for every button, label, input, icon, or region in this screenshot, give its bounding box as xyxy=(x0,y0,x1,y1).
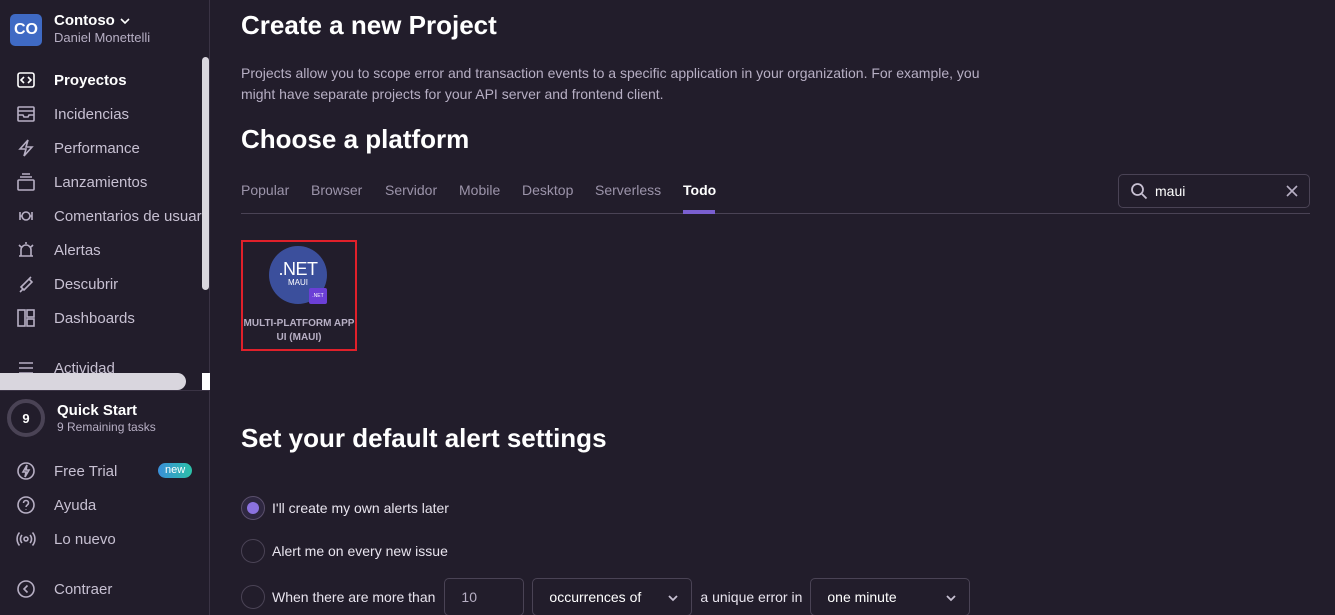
quick-start[interactable]: 9 Quick Start 9 Remaining tasks xyxy=(7,399,156,437)
quick-start-progress-ring: 9 xyxy=(7,399,45,437)
active-tab-indicator xyxy=(683,210,715,214)
collapse-icon xyxy=(14,577,38,601)
sidebar: CO Contoso Daniel Monettelli Proyectos I… xyxy=(0,0,210,615)
help-icon xyxy=(14,493,38,517)
sidebar-item-label: Lanzamientos xyxy=(54,173,148,191)
interval-select[interactable]: one minute xyxy=(810,578,971,615)
sidebar-item-projects[interactable]: Proyectos xyxy=(0,63,202,97)
alert-option-threshold[interactable]: When there are more than 10 occurrences … xyxy=(241,578,971,615)
sidebar-item-label: Dashboards xyxy=(54,309,135,327)
org-name: Contoso xyxy=(54,12,115,29)
threshold-connector: a unique error in xyxy=(700,589,803,605)
dashboards-icon xyxy=(14,306,38,330)
discover-icon xyxy=(14,272,38,296)
metric-select[interactable]: occurrences of xyxy=(532,578,693,615)
sidebar-item-label: Performance xyxy=(54,139,140,157)
feedback-icon xyxy=(14,204,38,228)
chevron-down-icon xyxy=(120,18,130,25)
tab-browser[interactable]: Browser xyxy=(311,182,362,198)
sidebar-item-discover[interactable]: Descubrir xyxy=(0,267,202,301)
org-user: Daniel Monettelli xyxy=(54,30,151,45)
alert-option-later[interactable]: I'll create my own alerts later xyxy=(241,496,449,520)
dotnet-badge-icon: .NET xyxy=(309,288,327,304)
releases-icon xyxy=(14,170,38,194)
sidebar-item-free-trial[interactable]: Free Trial new xyxy=(0,454,210,488)
platform-card-maui[interactable]: .NET MAUI .NET MULTI-PLATFORM APP UI (MA… xyxy=(241,240,357,351)
sidebar-item-dashboards[interactable]: Dashboards xyxy=(0,301,202,335)
sidebar-item-label: Proyectos xyxy=(54,71,127,89)
sidebar-item-releases[interactable]: Lanzamientos xyxy=(0,165,202,199)
sidebar-item-label: Alertas xyxy=(54,241,101,259)
sidebar-item-label: Lo nuevo xyxy=(54,530,116,548)
tab-popular[interactable]: Popular xyxy=(241,182,289,198)
sidebar-bottom-nav: Free Trial new Ayuda Lo nuevo xyxy=(0,454,210,556)
new-badge: new xyxy=(158,463,193,478)
search-input[interactable] xyxy=(1155,183,1275,199)
alert-option-label: Alert me on every new issue xyxy=(272,543,448,559)
sidebar-nav: Proyectos Incidencias Performance Lanzam… xyxy=(0,63,202,373)
sidebar-item-label: Free Trial xyxy=(54,462,118,480)
alert-option-label: When there are more than xyxy=(272,589,436,605)
sidebar-item-label: Descubrir xyxy=(54,275,119,293)
tab-desktop[interactable]: Desktop xyxy=(522,182,573,198)
page-title: Create a new Project xyxy=(241,10,497,40)
issues-icon xyxy=(14,102,38,126)
sidebar-item-feedback[interactable]: Comentarios de usuarios xyxy=(0,199,202,233)
alerts-section-title: Set your default alert settings xyxy=(241,423,607,453)
alert-option-every-issue[interactable]: Alert me on every new issue xyxy=(241,539,448,563)
platform-search[interactable] xyxy=(1118,174,1310,208)
sidebar-divider xyxy=(0,390,210,391)
sidebar-item-help[interactable]: Ayuda xyxy=(0,488,210,522)
quick-start-subtitle: 9 Remaining tasks xyxy=(57,420,156,434)
broadcast-icon xyxy=(14,527,38,551)
radio-later[interactable] xyxy=(241,496,265,520)
org-avatar: CO xyxy=(10,14,42,46)
clear-search-icon[interactable] xyxy=(1284,183,1300,199)
sidebar-item-performance[interactable]: Performance xyxy=(0,131,202,165)
sidebar-item-issues[interactable]: Incidencias xyxy=(0,97,202,131)
sidebar-scrollbar-vertical[interactable] xyxy=(202,57,209,290)
page-description: Projects allow you to scope error and tr… xyxy=(241,65,980,102)
search-icon xyxy=(1130,182,1148,200)
sidebar-item-alerts[interactable]: Alertas xyxy=(0,233,202,267)
radio-every-issue[interactable] xyxy=(241,539,265,563)
sidebar-item-activity[interactable]: Actividad xyxy=(0,351,202,373)
threshold-count-input[interactable]: 10 xyxy=(444,578,525,615)
quick-start-title: Quick Start xyxy=(57,402,138,419)
tab-serverless[interactable]: Serverless xyxy=(595,182,661,198)
performance-icon xyxy=(14,136,38,160)
collapse-sidebar[interactable]: Contraer xyxy=(0,572,210,606)
sidebar-scrollbar-horizontal[interactable] xyxy=(0,373,186,390)
platform-section-title: Choose a platform xyxy=(241,124,470,154)
chevron-down-icon xyxy=(944,591,958,605)
org-switcher[interactable]: CO Contoso Daniel Monettelli xyxy=(10,13,150,47)
radio-threshold[interactable] xyxy=(241,585,265,609)
platform-card-label: MULTI-PLATFORM APP UI (MAUI) xyxy=(243,318,355,343)
sidebar-item-label: Incidencias xyxy=(54,105,130,123)
sidebar-item-label: Actividad xyxy=(54,359,115,374)
alerts-icon xyxy=(14,238,38,262)
tab-mobile[interactable]: Mobile xyxy=(459,182,500,198)
projects-icon xyxy=(14,68,38,92)
lightning-icon xyxy=(14,459,38,483)
tab-server[interactable]: Servidor xyxy=(385,182,437,198)
sidebar-item-whats-new[interactable]: Lo nuevo xyxy=(0,522,210,556)
collapse-label: Contraer xyxy=(54,580,113,598)
chevron-down-icon xyxy=(666,591,680,605)
sidebar-item-label: Ayuda xyxy=(54,496,97,514)
activity-icon xyxy=(14,356,38,373)
alert-option-label: I'll create my own alerts later xyxy=(272,500,449,516)
scroll-corner xyxy=(202,373,210,390)
sidebar-item-label: Comentarios de usuarios xyxy=(54,207,202,225)
tab-all[interactable]: Todo xyxy=(683,182,716,198)
